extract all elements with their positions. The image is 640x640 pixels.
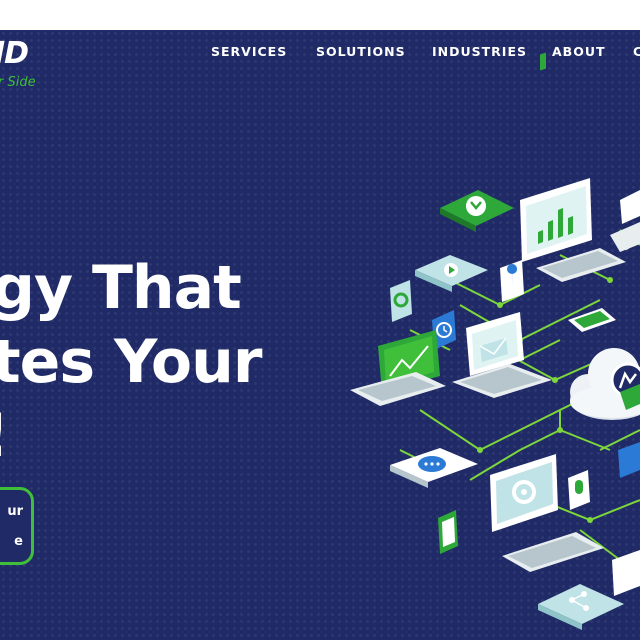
laptop-mail-icon	[452, 312, 552, 398]
hero-section: ID r Side SERVICES SOLUTIONS INDUSTRIES …	[0, 30, 640, 640]
document-tile	[438, 510, 458, 554]
chat-bubble-tile	[390, 448, 478, 488]
partial-device-right	[612, 442, 640, 596]
phone-download-tile	[440, 190, 514, 232]
laptop-icon-top-right	[610, 190, 640, 252]
settings-tile	[390, 280, 412, 322]
share-tile	[538, 584, 624, 630]
microphone-tile	[568, 470, 590, 510]
laptop-chart-icon	[350, 330, 446, 406]
monitor-chart-icon	[520, 52, 626, 282]
video-play-tile	[415, 255, 488, 292]
cloud-logo-icon	[570, 348, 640, 420]
browser-top-strip	[0, 0, 640, 30]
network-illustration	[350, 52, 640, 630]
